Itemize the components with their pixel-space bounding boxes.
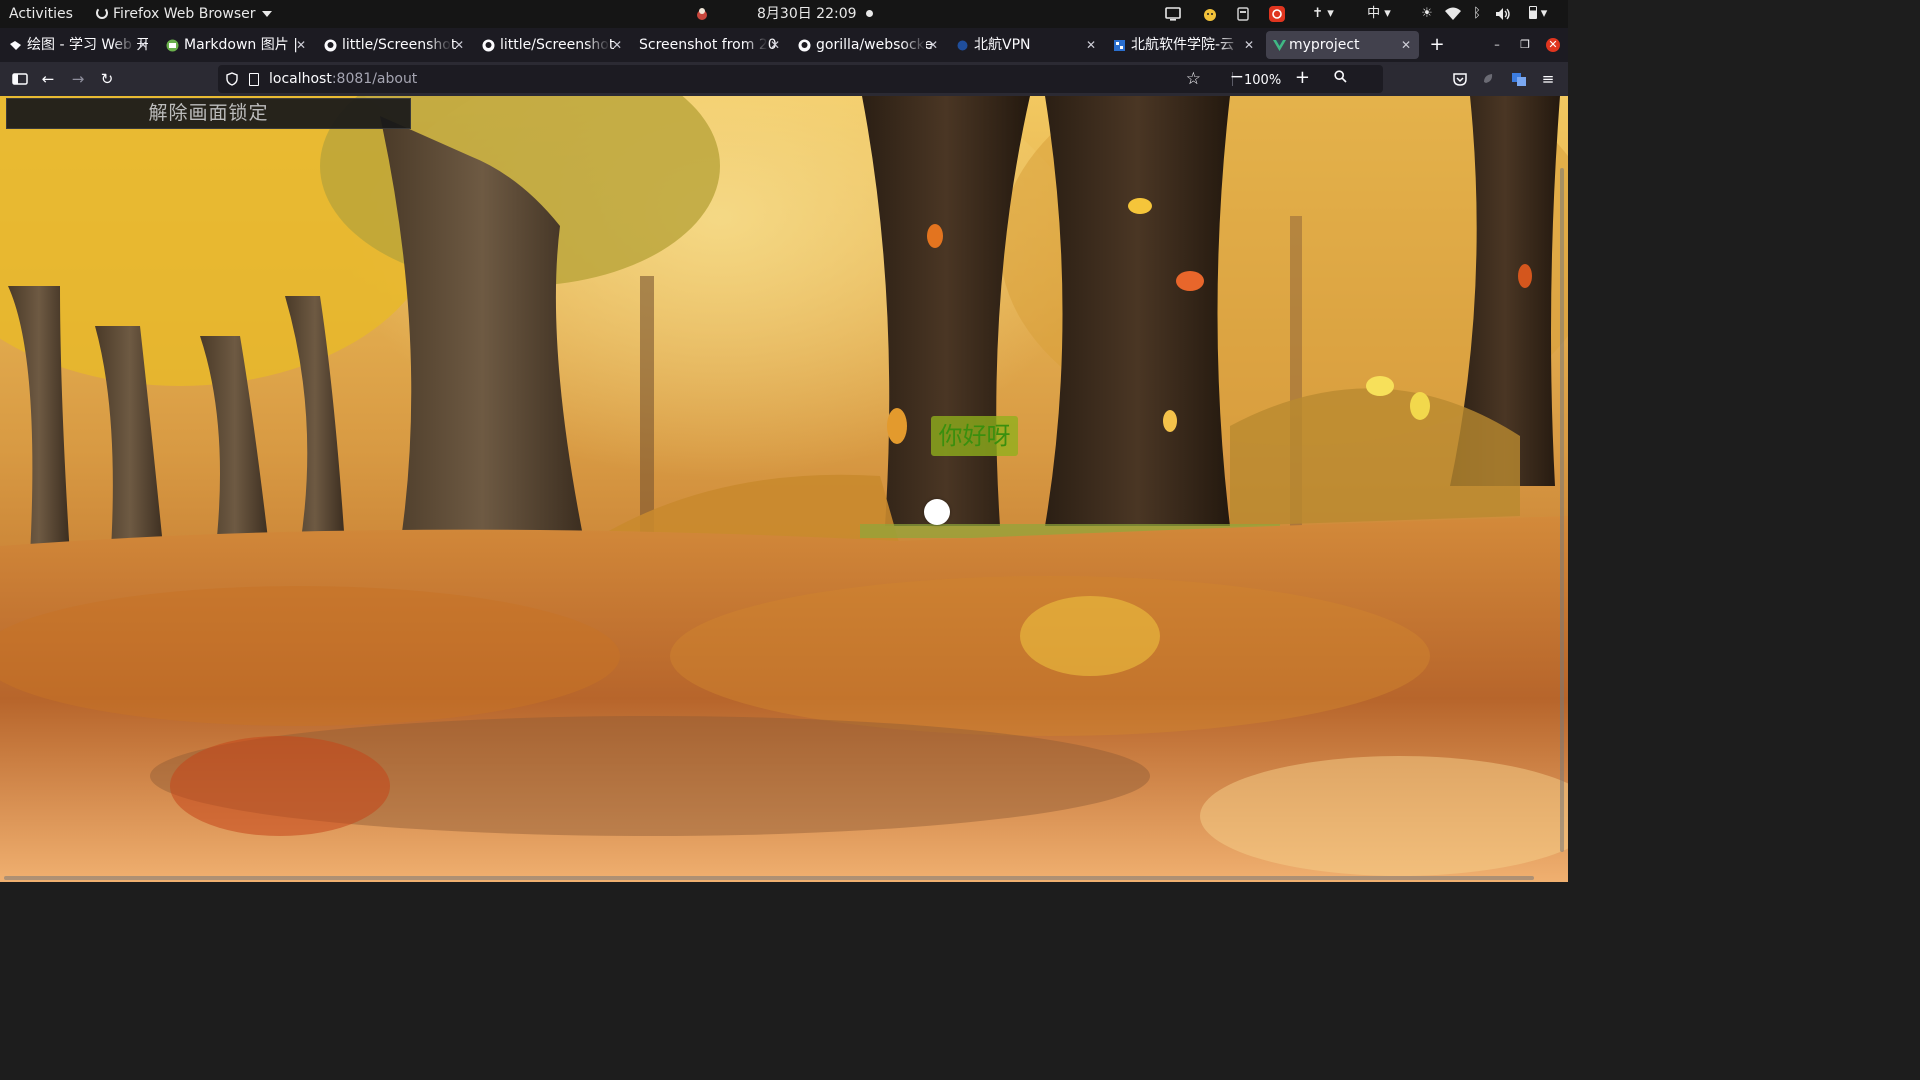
chevron-down-icon xyxy=(261,11,272,17)
tab-drawing[interactable]: 绘图 - 学习 Web 开 ✕ xyxy=(9,31,148,59)
app-menu-hamburger-icon[interactable]: ≡ xyxy=(1539,70,1557,88)
search-icon[interactable] xyxy=(1334,70,1347,83)
close-tab-icon[interactable]: ✕ xyxy=(1086,31,1096,59)
window-close-icon[interactable]: ✕ xyxy=(1546,38,1560,52)
close-tab-icon[interactable]: ✕ xyxy=(1401,31,1411,59)
bluetooth-icon[interactable]: ᛒ xyxy=(1470,5,1484,23)
buaa-cloud-icon xyxy=(1114,40,1125,51)
zoom-out-button[interactable]: − xyxy=(1230,67,1244,87)
autumn-forest-background xyxy=(0,96,1568,882)
battery-icon[interactable]: ▾ xyxy=(1518,5,1558,23)
tab-title: Markdown 图片 | xyxy=(184,37,298,53)
close-tab-icon[interactable]: ✕ xyxy=(454,31,464,59)
vue-icon xyxy=(1273,40,1286,51)
vertical-scrollbar[interactable] xyxy=(1560,168,1564,852)
zoom-in-button[interactable]: + xyxy=(1295,67,1310,88)
app-tray-icon[interactable] xyxy=(695,7,709,21)
address-bar[interactable]: localhost:8081/about ☆ − 100% + xyxy=(218,65,1383,93)
system-top-bar: Activities Firefox Web Browser 8月30日 22:… xyxy=(0,0,1568,28)
url-path: :8081/about xyxy=(331,71,418,87)
firefox-power-icon xyxy=(96,7,108,19)
cursor-indicator xyxy=(924,499,950,525)
input-method-icon[interactable]: 中 ▾ xyxy=(1362,5,1396,23)
close-tab-icon[interactable]: ✕ xyxy=(770,31,780,59)
drawing-app-icon xyxy=(10,41,21,50)
tab-screenshot-image[interactable]: Screenshot from 20 ✕ xyxy=(622,31,780,59)
notification-dot xyxy=(866,10,873,17)
close-tab-icon[interactable]: ✕ xyxy=(1244,31,1254,59)
back-icon[interactable]: ← xyxy=(39,70,57,88)
github-icon xyxy=(798,39,811,52)
input-method-label: 中 xyxy=(1367,6,1381,21)
markdown-site-icon xyxy=(166,39,179,52)
zoom-reset-button[interactable]: 100% xyxy=(1244,71,1281,91)
github-icon xyxy=(482,39,495,52)
app-menu-label: Firefox Web Browser xyxy=(113,6,256,22)
tab-buaa-vpn[interactable]: 北航VPN ✕ xyxy=(956,31,1096,59)
close-tab-icon[interactable]: ✕ xyxy=(138,31,148,59)
tab-strip: 绘图 - 学习 Web 开 ✕ Markdown 图片 | ✕ little/S… xyxy=(0,28,1568,62)
bookmark-star-icon[interactable]: ☆ xyxy=(1186,69,1201,89)
tab-title: myproject xyxy=(1289,37,1360,53)
tracking-protection-shield-icon[interactable] xyxy=(226,72,238,86)
storage-icon[interactable] xyxy=(1235,5,1251,23)
greeting-label: 你好呀 xyxy=(931,416,1018,456)
tab-markdown[interactable]: Markdown 图片 | ✕ xyxy=(166,31,306,59)
date-time[interactable]: 8月30日 22:09 xyxy=(757,0,857,28)
tab-github-screenshot-2[interactable]: little/Screenshot ✕ xyxy=(482,31,622,59)
wifi-icon[interactable] xyxy=(1444,5,1462,23)
accessibility-icon[interactable]: ✝ ▾ xyxy=(1306,5,1340,23)
url-text[interactable]: localhost:8081/about xyxy=(269,65,417,93)
netease-music-icon[interactable] xyxy=(1268,5,1286,23)
github-icon xyxy=(324,39,337,52)
tab-github-screenshot-1[interactable]: little/Screenshot ✕ xyxy=(324,31,464,59)
page-info-icon[interactable] xyxy=(249,73,259,86)
navigation-toolbar: ← → ↻ localhost:8081/about ☆ − 100% + ≡ xyxy=(0,62,1568,96)
sidebar-toggle-icon[interactable] xyxy=(11,70,29,88)
tab-myproject[interactable]: myproject ✕ xyxy=(1266,31,1419,59)
reload-icon[interactable]: ↻ xyxy=(98,70,116,88)
url-host: localhost xyxy=(269,71,332,87)
extension-icon[interactable] xyxy=(1480,70,1498,88)
brightness-icon[interactable]: ☀ xyxy=(1418,5,1436,23)
tab-title: 北航VPN xyxy=(974,37,1031,53)
translate-icon[interactable] xyxy=(1510,70,1528,88)
activities-button[interactable]: Activities xyxy=(9,0,73,28)
app-menu[interactable]: Firefox Web Browser xyxy=(96,0,272,28)
mascot-icon[interactable] xyxy=(1201,5,1219,23)
volume-icon[interactable] xyxy=(1494,5,1512,23)
display-icon[interactable] xyxy=(1164,5,1182,23)
new-tab-button[interactable]: + xyxy=(1428,34,1446,56)
close-tab-icon[interactable]: ✕ xyxy=(928,31,938,59)
page-viewport: 解除画面锁定 你好呀 xyxy=(0,96,1568,882)
tab-buaa-cloud[interactable]: 北航软件学院-云 ✕ xyxy=(1113,31,1254,59)
tab-gorilla-websocket[interactable]: gorilla/websocke ✕ xyxy=(798,31,938,59)
pocket-icon[interactable] xyxy=(1451,70,1469,88)
close-tab-icon[interactable]: ✕ xyxy=(612,31,622,59)
close-tab-icon[interactable]: ✕ xyxy=(296,31,306,59)
unlock-screen-button[interactable]: 解除画面锁定 xyxy=(6,98,411,129)
restore-icon[interactable]: ❐ xyxy=(1518,38,1532,52)
forward-icon[interactable]: → xyxy=(69,70,87,88)
minimize-icon[interactable]: – xyxy=(1490,38,1504,52)
buaa-vpn-icon xyxy=(957,40,968,51)
horizontal-scrollbar[interactable] xyxy=(4,876,1534,880)
